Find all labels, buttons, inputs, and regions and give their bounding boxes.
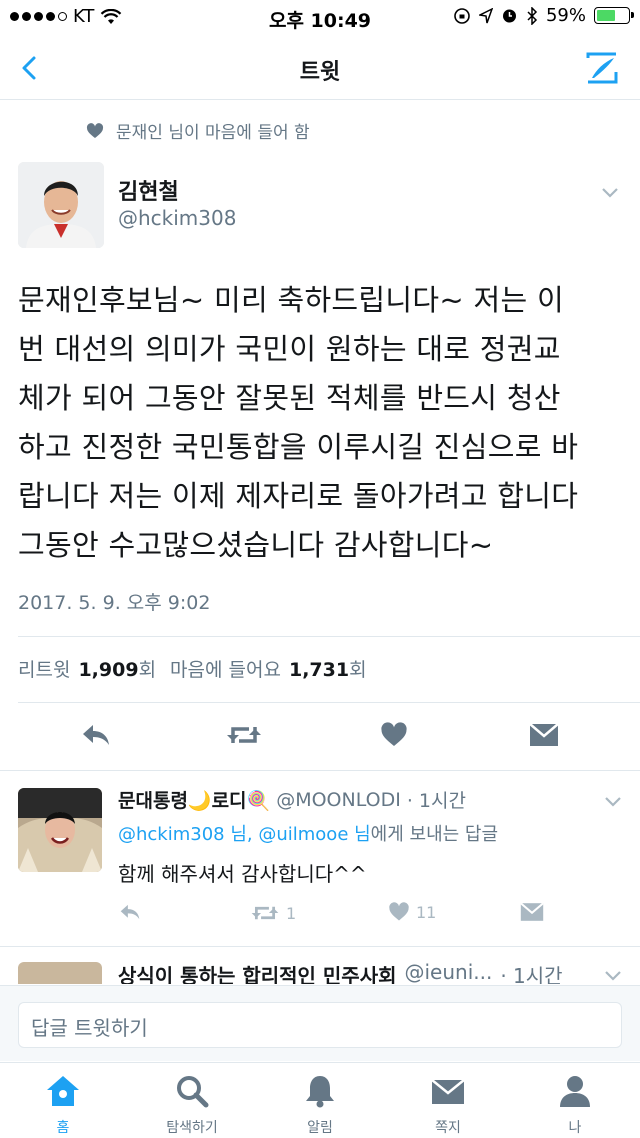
divider	[0, 946, 640, 947]
reply-retweet-count: 1	[286, 903, 297, 923]
nav-bar: 트윗	[0, 40, 640, 100]
divider	[18, 702, 640, 703]
retweet-button[interactable]	[224, 715, 264, 755]
tweet-text: 문재인후보님~ 미리 축하드립니다~ 저는 이 번 대선의 의미가 국민이 원하…	[18, 283, 579, 562]
page-title: 트윗	[299, 60, 341, 85]
heart-icon	[86, 122, 104, 138]
status-bar: KT 오후 10:49 59%	[0, 0, 640, 40]
chevron-down-icon	[605, 797, 621, 807]
rotation-lock-icon	[454, 7, 470, 24]
reply-header: 문대통령🌙로디🍭 @MOONLODI · 1시간	[118, 786, 466, 813]
envelope-icon	[529, 723, 559, 746]
reply-author-name[interactable]: 문대통령🌙로디🍭	[118, 786, 270, 813]
tab-bar: 홈 탐색하기 알림 쪽지 나	[0, 1062, 640, 1138]
reply-icon	[120, 904, 140, 920]
reply-author-handle[interactable]: @MOONLODI	[276, 789, 401, 811]
reply-message-button[interactable]	[520, 902, 544, 922]
retweet-stat-label: 리트윗	[18, 659, 71, 681]
liked-by-text: 문재인 님이 마음에 들어 함	[116, 123, 310, 143]
next-tweet-partial[interactable]: 상식이 통하는 합리적인 민주사회 @ieuni... · 1시간	[0, 956, 640, 984]
tweet-menu-button[interactable]	[598, 180, 622, 204]
tab-messages[interactable]: 쪽지	[393, 1073, 503, 1137]
reply-icon	[83, 725, 109, 745]
next-tweet-time: · 1시간	[500, 964, 563, 984]
reply-input[interactable]: 답글 트윗하기	[18, 1002, 622, 1048]
reply-composer-bar: 답글 트윗하기	[0, 985, 640, 1061]
battery-icon	[594, 7, 634, 24]
bell-icon	[306, 1076, 334, 1108]
reply-like-button[interactable]: 11	[388, 902, 436, 922]
tweet-author[interactable]: 김현철 @hckim308	[18, 162, 622, 252]
author-name[interactable]: 김현철	[118, 174, 179, 206]
envelope-icon	[520, 902, 544, 921]
reply-to-suffix: 에게 보내는 답글	[370, 824, 499, 845]
compose-tweet-button[interactable]	[582, 48, 622, 88]
author-handle[interactable]: @hckim308	[118, 206, 236, 230]
reply-button[interactable]	[76, 715, 116, 755]
heart-icon	[389, 902, 409, 921]
retweet-icon	[251, 906, 279, 920]
tab-messages-label: 쪽지	[435, 1120, 461, 1136]
tweet-actions	[0, 715, 640, 759]
battery-fill	[597, 10, 615, 21]
divider	[18, 636, 640, 637]
like-button[interactable]	[374, 715, 414, 755]
status-right: 59%	[453, 5, 634, 26]
avatar[interactable]	[18, 962, 102, 984]
direct-message-button[interactable]	[524, 715, 564, 755]
tab-notifications[interactable]: 알림	[265, 1073, 375, 1137]
author-avatar-image	[18, 162, 104, 248]
location-icon	[478, 7, 493, 23]
tab-me-label: 나	[568, 1120, 582, 1136]
tweet-timestamp: 2017. 5. 9. 오후 9:02	[18, 592, 211, 614]
search-icon	[177, 1076, 209, 1108]
tab-home-label: 홈	[56, 1120, 70, 1136]
reply-text: 함께 해주셔서 감사합니다^^	[118, 862, 367, 886]
like-unit: 회	[349, 659, 367, 681]
reply-actions: 1 11	[0, 902, 640, 932]
retweet-count: 1,909	[78, 659, 139, 681]
next-author-name[interactable]: 상식이 통하는 합리적인 민주사회	[118, 960, 397, 984]
tab-me[interactable]: 나	[520, 1073, 630, 1137]
reply-avatar-image	[18, 788, 102, 872]
retweet-unit: 회	[138, 659, 157, 681]
reply-mentions-link[interactable]: @hckim308 님, @uilmooe 님	[118, 824, 371, 845]
reply-retweet-button[interactable]: 1	[250, 902, 296, 924]
compose-tweet-icon	[586, 52, 618, 84]
bluetooth-icon	[527, 6, 538, 25]
like-count: 1,731	[288, 659, 350, 681]
envelope-icon	[431, 1079, 465, 1104]
retweet-icon	[227, 727, 261, 743]
avatar[interactable]	[18, 788, 102, 872]
person-icon	[560, 1076, 590, 1107]
replying-to: @hckim308 님, @uilmooe 님에게 보내는 답글	[118, 820, 498, 846]
reply-like-count: 11	[416, 902, 437, 922]
heart-icon	[381, 722, 407, 746]
reply-reply-button[interactable]	[118, 902, 142, 922]
divider	[0, 770, 640, 771]
like-stat-label: 마음에 들어요	[170, 659, 281, 681]
next-author-handle[interactable]: @ieuni...	[405, 960, 493, 984]
chevron-down-icon	[602, 188, 618, 198]
tab-explore[interactable]: 탐색하기	[137, 1073, 247, 1137]
reply-time: · 1시간	[406, 790, 466, 812]
avatar[interactable]	[18, 162, 104, 248]
home-icon	[47, 1076, 79, 1106]
tab-home[interactable]: 홈	[8, 1073, 118, 1137]
reply-menu-button[interactable]	[602, 790, 624, 812]
battery-percent: 59%	[545, 5, 586, 26]
chevron-down-icon[interactable]	[602, 964, 624, 984]
tweet-stats[interactable]: 리트윗 1,909 회 마음에 들어요 1,731 회	[18, 655, 367, 682]
liked-by-context: 문재인 님이 마음에 들어 함	[86, 118, 310, 143]
next-tweet-header: 상식이 통하는 합리적인 민주사회 @ieuni... · 1시간	[118, 960, 563, 984]
tab-explore-label: 탐색하기	[166, 1120, 218, 1136]
reply-tweet[interactable]: 문대통령🌙로디🍭 @MOONLODI · 1시간 @hckim308 님, @u…	[0, 780, 640, 940]
tab-notifications-label: 알림	[307, 1120, 333, 1136]
alarm-icon	[502, 9, 516, 23]
